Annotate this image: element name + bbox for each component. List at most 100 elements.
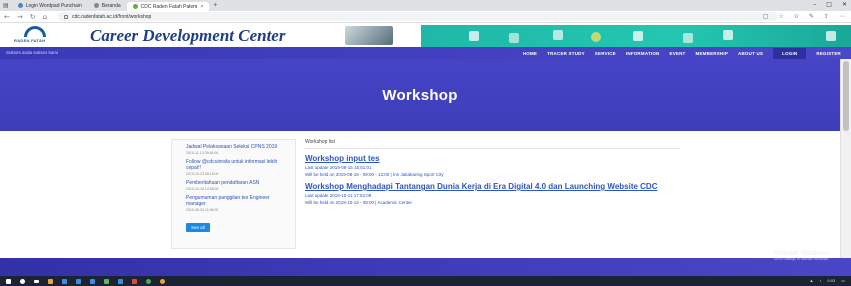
nav-event[interactable]: EVENT <box>670 51 686 56</box>
tab-close-icon[interactable]: × <box>200 4 203 10</box>
browser-tab-2[interactable]: Beranda <box>88 1 127 10</box>
mail-icon[interactable] <box>90 278 95 284</box>
word-icon[interactable] <box>118 278 123 284</box>
scrollbar-thumb[interactable] <box>843 61 849 131</box>
lock-icon <box>64 14 69 19</box>
reload-icon[interactable]: ↻ <box>30 13 36 21</box>
workshop-schedule: Will be held on 2019-10-14 - 08:00 | Aca… <box>305 200 412 205</box>
close-window-icon[interactable]: ✕ <box>842 1 847 8</box>
announcement-link[interactable]: Jadwal Pelaksanaan Seleksi CPNS 2019 <box>186 144 286 150</box>
site-logo[interactable]: RADEN FATAH <box>12 26 60 44</box>
nav-login[interactable]: LOGIN <box>773 47 807 59</box>
nav-membership[interactable]: MEMBERSHIP <box>696 51 729 56</box>
back-icon[interactable]: ← <box>4 13 10 21</box>
tab-label: Login Wordpad Punchain <box>25 2 82 9</box>
banner-shape <box>633 31 643 41</box>
page-title: Workshop <box>382 86 458 104</box>
workshop-last-update: Last update 2019-10-11 17:52:08 <box>305 193 372 198</box>
page-scrollbar[interactable] <box>840 59 851 258</box>
forward-icon[interactable]: → <box>17 13 23 21</box>
screen: ▤ Login Wordpad Punchain Beranda CDC Rad… <box>0 0 851 286</box>
watermark-title: Activate Windows <box>773 250 829 257</box>
banner-shape <box>723 30 733 40</box>
home-icon[interactable]: ⌂ <box>43 13 47 21</box>
header-banner-graphic <box>421 25 851 47</box>
network-icon[interactable]: ▲ <box>809 278 813 283</box>
store-icon[interactable] <box>76 278 81 284</box>
more-icon[interactable]: ⋯ <box>839 13 845 20</box>
logo-arc-icon <box>24 26 46 37</box>
main-navbar: Sukses anda sukses kami HOME TRACER STUD… <box>0 47 851 59</box>
clock-text[interactable]: 9:03 <box>827 278 835 283</box>
tab-favicon-icon <box>17 3 23 8</box>
chrome-icon[interactable] <box>146 278 151 284</box>
browser-tab-1[interactable]: Login Wordpad Punchain <box>12 1 88 10</box>
logo-text: RADEN FATAH <box>14 38 46 43</box>
see-all-button[interactable]: See all <box>186 223 210 232</box>
task-view-icon[interactable] <box>34 279 39 283</box>
nav-home[interactable]: HOME <box>523 51 537 56</box>
site-footer <box>0 258 851 276</box>
tab-favicon-icon <box>93 3 99 8</box>
announcement-link[interactable]: Follow @cdcuinrafa untuk informasi lebih… <box>186 159 286 171</box>
edge-browser-icon[interactable] <box>62 278 67 284</box>
workshop-title-link[interactable]: Workshop Menghadapi Tantangan Dunia Kerj… <box>305 183 680 191</box>
announcement-date: 2019-11-13 09:48:00 <box>186 151 219 155</box>
minimize-icon[interactable]: – <box>813 1 816 8</box>
start-icon[interactable] <box>6 278 11 284</box>
browser-tab-3[interactable]: CDC Raden Fatah Palem × <box>126 2 210 11</box>
banner-shape <box>509 33 519 43</box>
nav-register[interactable]: REGISTER <box>816 51 841 56</box>
announcement-date: 2019-08-30 11:06:00 <box>186 208 219 212</box>
system-tray: ▲ ♪ 9:03 ▭ <box>809 278 845 283</box>
volume-icon[interactable]: ♪ <box>819 278 821 283</box>
header-photo <box>345 26 393 45</box>
excel-icon[interactable] <box>104 278 109 284</box>
announcement-date: 2019-10-18 14:58:00 <box>186 187 219 191</box>
app-icon[interactable] <box>160 278 165 284</box>
watermark-subtitle: Go to Settings to activate Windows. <box>773 257 829 261</box>
announcement-link[interactable]: Pengumuman panggilan tes Engineer manage… <box>186 195 286 207</box>
os-taskbar: ▲ ♪ 9:03 ▭ <box>0 276 851 286</box>
reading-view-icon[interactable]: ▢ <box>763 13 769 20</box>
favorite-star-icon[interactable]: ☆ <box>779 13 784 20</box>
powerpoint-icon[interactable] <box>132 278 137 284</box>
favorites-bar-icon[interactable]: ✩ <box>794 13 799 20</box>
banner-shape <box>469 31 479 41</box>
window-controls: – □ ✕ <box>813 1 847 8</box>
search-icon[interactable] <box>20 278 25 284</box>
workshop-last-update: Last update 2019-08-15 15:51:01 <box>305 165 372 170</box>
browser-toolbar-icons: ▢ ☆ ✩ ✎ ⇪ ⋯ <box>763 13 845 20</box>
browser-tab-strip: ▤ Login Wordpad Punchain Beranda CDC Rad… <box>0 0 851 11</box>
banner-shape <box>683 33 693 43</box>
workshop-title-link[interactable]: Workshop input tes <box>305 155 680 163</box>
file-explorer-icon[interactable] <box>48 278 53 284</box>
site-header: RADEN FATAH Career Development Center <box>0 23 851 47</box>
announcement-date: 2019-10-23 08:18:00 <box>186 172 219 176</box>
nav-about-us[interactable]: ABOUT US <box>738 51 763 56</box>
url-input[interactable]: cdc.radenfatah.ac.id/front/workshop <box>58 12 779 21</box>
workshop-post: Workshop Menghadapi Tantangan Dunia Kerj… <box>305 183 680 206</box>
list-item: Jadwal Pelaksanaan Seleksi CPNS 2019 201… <box>186 144 295 155</box>
share-icon[interactable]: ⇪ <box>824 13 829 20</box>
page-hero: Workshop <box>0 59 840 131</box>
browser-address-bar: ← → ↻ ⌂ cdc.radenfatah.ac.id/front/works… <box>0 11 851 23</box>
pen-icon[interactable]: ✎ <box>809 13 814 20</box>
brand-title: Career Development Center <box>90 26 286 45</box>
page-content: Jadwal Pelaksanaan Seleksi CPNS 2019 201… <box>0 131 840 258</box>
banner-bulb-shape <box>591 32 601 42</box>
nav-service[interactable]: SERVICE <box>595 51 616 56</box>
announcement-sidebar: Jadwal Pelaksanaan Seleksi CPNS 2019 201… <box>171 139 296 249</box>
section-label: Workshop list <box>305 139 680 149</box>
tab-label: CDC Raden Fatah Palem <box>140 3 198 10</box>
nav-tracer-study[interactable]: TRACER STUDY <box>547 51 585 56</box>
browser-menu-icon[interactable]: ▤ <box>0 2 12 9</box>
banner-shape <box>553 30 563 40</box>
new-tab-button[interactable]: + <box>209 2 221 9</box>
site-tagline: Sukses anda sukses kami <box>6 50 59 55</box>
nav-information[interactable]: INFORMATION <box>626 51 660 56</box>
announcement-link[interactable]: Pemberitahuan pendaftaran ASN <box>186 180 286 186</box>
notification-icon[interactable]: ▭ <box>841 278 845 283</box>
list-item: Pengumuman panggilan tes Engineer manage… <box>186 195 295 212</box>
maximize-icon[interactable]: □ <box>826 1 832 8</box>
